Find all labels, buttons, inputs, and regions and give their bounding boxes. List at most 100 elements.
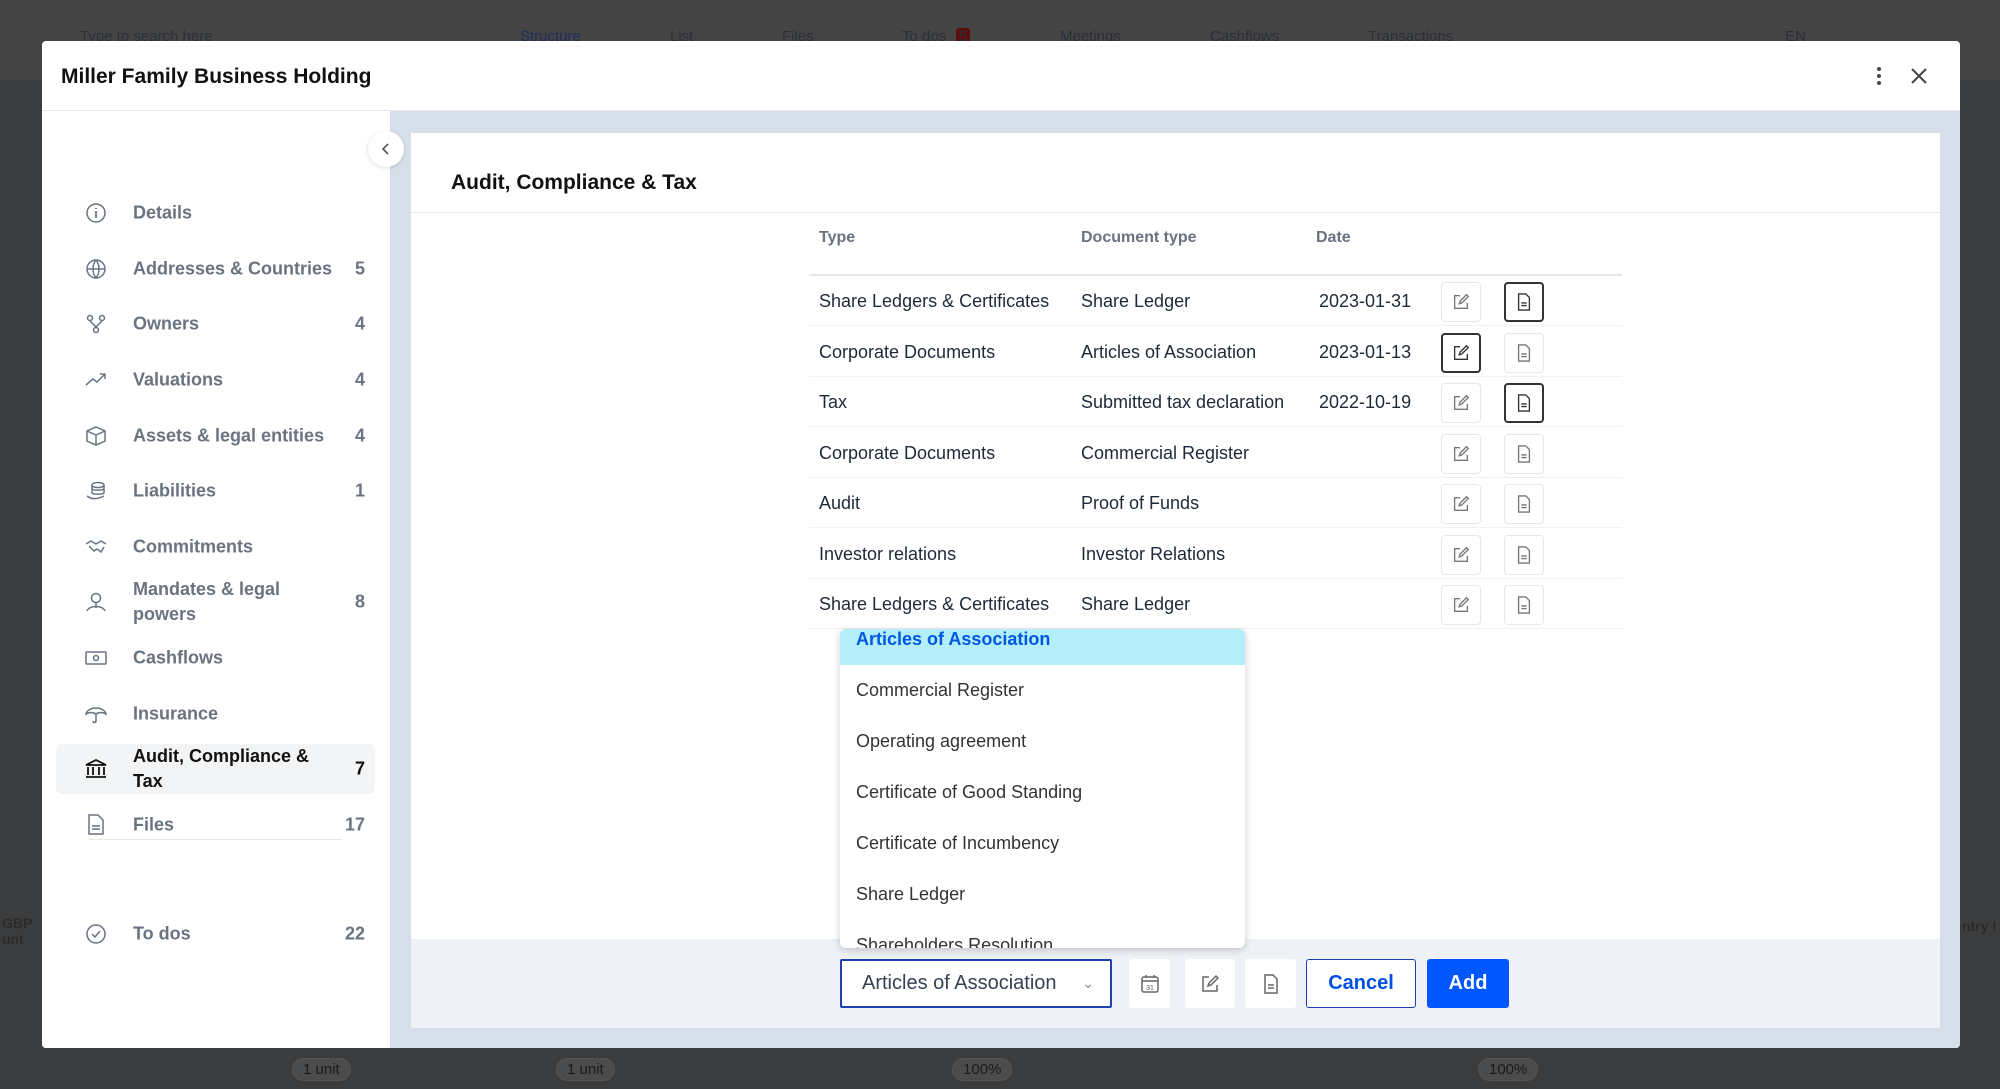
edit-note-button[interactable] (1441, 383, 1481, 423)
collapse-sidebar-button[interactable] (368, 131, 404, 167)
cell-type: Investor relations (819, 543, 957, 564)
sidebar-item-label: Owners (133, 313, 200, 334)
sidebar-item-commitments[interactable]: Commitments (56, 522, 375, 572)
view-file-button[interactable] (1504, 383, 1544, 423)
sidebar-item-count: 4 (354, 369, 365, 390)
date-picker-button[interactable]: 31 (1129, 959, 1170, 1008)
umbrella-icon (84, 702, 108, 726)
edit-note-button[interactable] (1441, 585, 1481, 625)
table-row: Share Ledgers & Certificates Share Ledger (809, 579, 1622, 629)
edit-note-button[interactable] (1441, 484, 1481, 524)
divider (411, 212, 1940, 213)
sidebar-item-label: Audit, Compliance & Tax (133, 746, 310, 791)
file-icon (1517, 343, 1531, 362)
view-file-button[interactable] (1504, 484, 1544, 524)
note-button[interactable] (1185, 959, 1235, 1008)
add-button[interactable]: Add (1427, 959, 1509, 1008)
sidebar-item-label: Assets & legal entities (133, 425, 325, 446)
view-file-button[interactable] (1504, 433, 1544, 474)
sidebar-item-valuations[interactable]: Valuations 4 (56, 355, 375, 405)
sidebar-item-count: 5 (354, 258, 365, 279)
file-icon (1517, 495, 1531, 513)
bg-badge: 100% (952, 1058, 1013, 1081)
view-file-button[interactable] (1504, 534, 1544, 575)
sidebar-item-assets-legal-entities[interactable]: Assets & legal entities 4 (56, 411, 375, 461)
edit-note-button[interactable] (1441, 534, 1481, 575)
dropdown-option[interactable]: Share Ledger (840, 869, 1245, 920)
view-file-button[interactable] (1504, 585, 1544, 625)
table-row: Corporate Documents Commercial Register (809, 428, 1622, 478)
dropdown-option[interactable]: Shareholders Resolution (840, 920, 1245, 948)
sidebar-item-to-dos[interactable]: To dos 22 (56, 909, 375, 959)
check-circle-icon (84, 922, 108, 946)
cell-document-type: Investor Relations (1081, 543, 1226, 564)
add-row-footer (411, 939, 1940, 1028)
sidebar-item-addresses-countries[interactable]: Addresses & Countries 5 (56, 244, 375, 294)
more-vertical-icon[interactable] (1866, 63, 1892, 89)
handshake-icon (84, 535, 108, 559)
sidebar-divider (88, 839, 342, 840)
bg-left-fragment: GBP unt (2, 915, 33, 947)
bg-badge: 100% (1478, 1058, 1539, 1081)
sidebar-item-files[interactable]: Files 17 (56, 800, 375, 850)
sidebar-item-label: Cashflows (133, 647, 224, 668)
dropdown-option[interactable]: Commercial Register (840, 665, 1245, 716)
edit-icon (1453, 596, 1470, 613)
owners-icon (84, 312, 108, 336)
trend-icon (84, 368, 108, 392)
table-row: Share Ledgers & Certificates Share Ledger… (809, 276, 1622, 326)
file-icon (1263, 973, 1278, 994)
document-type-dropdown: Articles of Association Commercial Regist… (840, 629, 1245, 948)
sidebar: Details Addresses & Countries 5 Owners 4 Valu… (42, 111, 390, 1048)
sidebar-item-insurance[interactable]: Insurance (56, 689, 375, 739)
section-title: Audit, Compliance & Tax (451, 171, 697, 194)
sidebar-item-cashflows[interactable]: Cashflows (56, 633, 375, 683)
modal-header: Miller Family Business Holding (42, 41, 1960, 111)
calendar-icon: 31 (1140, 974, 1159, 993)
sidebar-item-label: To dos (133, 923, 191, 944)
sidebar-item-count: 8 (354, 591, 365, 612)
cell-type: Corporate Documents (819, 341, 996, 362)
bg-badge: 1 unit (292, 1058, 351, 1081)
cell-document-type: Proof of Funds (1081, 493, 1200, 513)
sidebar-item-label: Mandates & legal powers (133, 579, 281, 624)
bg-badge: 1 unit (556, 1058, 615, 1081)
view-file-button[interactable] (1504, 282, 1544, 322)
person-icon (84, 590, 108, 614)
cell-document-type: Share Ledger (1081, 594, 1191, 614)
sidebar-item-count: 7 (354, 758, 365, 779)
cancel-button[interactable]: Cancel (1306, 959, 1416, 1008)
sidebar-item-mandates-legal-powers[interactable]: Mandates & legal powers 8 (56, 577, 375, 627)
cell-document-type: Share Ledger (1081, 291, 1191, 311)
document-type-select[interactable]: Articles of Association ⌄ (840, 959, 1112, 1008)
dropdown-option[interactable]: Articles of Association (840, 629, 1245, 665)
edit-note-button[interactable] (1441, 433, 1481, 474)
file-icon (1517, 545, 1531, 564)
column-header-document-type: Document type (1081, 229, 1197, 246)
file-icon (1517, 394, 1531, 412)
cell-document-type: Commercial Register (1081, 442, 1250, 463)
sidebar-item-details[interactable]: Details (56, 188, 375, 238)
edit-note-button[interactable] (1441, 282, 1481, 322)
close-icon[interactable] (1906, 63, 1932, 89)
view-file-button[interactable] (1504, 332, 1544, 373)
sidebar-item-count: 22 (344, 923, 365, 944)
dropdown-option[interactable]: Certificate of Incumbency (840, 818, 1245, 869)
chevron-down-icon: ⌄ (1082, 975, 1094, 991)
dropdown-option[interactable]: Operating agreement (840, 716, 1245, 767)
sidebar-item-count: 1 (354, 480, 365, 501)
attach-file-button[interactable] (1245, 959, 1296, 1008)
sidebar-item-label: Liabilities (133, 480, 217, 501)
sidebar-item-label: Details (133, 202, 193, 223)
edit-note-button[interactable] (1441, 332, 1481, 373)
column-header-date: Date (1316, 229, 1351, 246)
dropdown-option[interactable]: Certificate of Good Standing (840, 767, 1245, 818)
sidebar-item-audit-compliance-tax[interactable]: Audit, Compliance & Tax 7 (56, 744, 375, 794)
info-icon (84, 201, 108, 225)
cell-date: 2023-01-31 (1319, 291, 1412, 311)
selected-value: Articles of Association (862, 972, 1057, 994)
sidebar-item-liabilities[interactable]: Liabilities 1 (56, 466, 375, 516)
modal-title: Miller Family Business Holding (61, 65, 372, 88)
sidebar-item-owners[interactable]: Owners 4 (56, 299, 375, 349)
sidebar-item-count: 17 (344, 814, 365, 835)
